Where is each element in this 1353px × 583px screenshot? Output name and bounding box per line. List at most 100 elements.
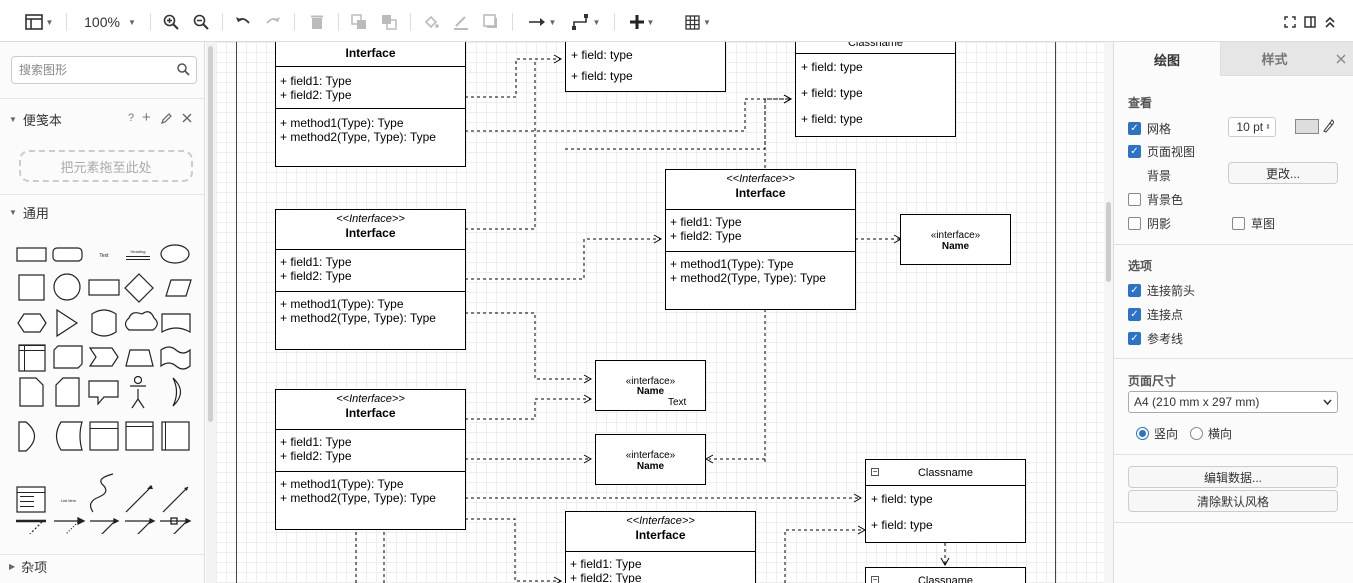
connector-row [16,516,192,526]
collapse-icon[interactable]: − [871,576,879,583]
sidebar-scrollbar[interactable] [206,42,216,583]
close-icon[interactable] [182,113,192,123]
grid-color-swatch[interactable] [1295,119,1319,134]
general-header[interactable]: ▼ 通用 [0,199,204,225]
shadow-button[interactable] [480,10,502,34]
view-section-title: 查看 [1128,96,1153,110]
add-icon[interactable]: + [142,109,151,126]
class-box[interactable]: − Classname + field: type + field: type [865,459,1026,543]
page-size-value: A4 (210 mm x 297 mm) [1134,395,1260,409]
connector [465,398,590,420]
general-shapes-palette: Text Heading List Item [16,244,192,534]
page-view-checkbox[interactable]: ✓ 页面视图 [1128,143,1195,160]
to-front-button[interactable] [348,10,370,34]
sketch-checkbox[interactable]: 草图 [1232,215,1275,232]
method-line: + method2(Type, Type): Type [280,311,436,325]
bidirectional-arrow-shape [125,485,153,513]
class-field: + field: type [871,518,933,532]
table-icon [685,14,700,30]
fill-color-button[interactable] [420,10,442,34]
interface-box[interactable]: Interface + field1: Type + field2: Type +… [275,42,466,167]
method-line: + method1(Type): Type [280,116,404,130]
small-interface[interactable]: «interface» Name [900,214,1011,265]
delete-button[interactable] [306,10,328,34]
grid-checkbox[interactable]: ✓ 网格 [1128,120,1171,137]
class-box[interactable]: + field: type + field: type [565,42,726,92]
tab-diagram[interactable]: 绘图 [1114,42,1220,76]
clear-default-style-button[interactable]: 清除默认风格 [1128,490,1338,512]
scratchpad-drop-zone[interactable]: 把元素拖至此处 [19,150,193,182]
note-shape [19,377,44,407]
insert-dropdown[interactable]: ▼ [624,10,660,34]
guides-checkbox[interactable]: ✓ 参考线 [1128,330,1183,347]
table-dropdown[interactable]: ▼ [680,10,716,34]
checkbox-checked-icon: ✓ [1128,332,1141,345]
redo-button[interactable] [262,10,284,34]
connection-style-dropdown[interactable]: ▼ [524,10,560,34]
step-shape [88,347,119,367]
portrait-radio[interactable]: 竖向 [1136,425,1178,442]
interface-box[interactable]: <<Interface>> Interface + field1: Type + f… [665,169,856,310]
interface-box[interactable]: <<Interface>> Interface + field1: Type + f… [565,511,756,583]
interface-box[interactable]: <<Interface>> Interface + field1: Type + f… [275,389,466,530]
small-interface[interactable]: «interface» Name Text [595,360,706,411]
grid-size-input[interactable]: 10 pt ⬍ [1228,117,1276,137]
connection-points-checkbox[interactable]: ✓ 连接点 [1128,306,1183,323]
scratchpad-header[interactable]: ▼ 便笺本 [0,106,204,132]
misc-header[interactable]: ▶ 杂项 [0,553,204,579]
parallelogram-shape [165,279,192,297]
search-icon[interactable] [177,63,190,76]
color-picker-icon[interactable] [1322,119,1334,133]
line-color-button[interactable] [450,10,472,34]
data-storage-shape [18,421,36,452]
page-size-select[interactable]: A4 (210 mm x 297 mm) [1128,391,1338,413]
change-background-button[interactable]: 更改... [1228,162,1338,184]
fullscreen-button[interactable] [1280,10,1300,34]
class-box[interactable]: − Classname [865,567,1026,583]
canvas-scrollbar[interactable] [1104,42,1113,583]
zoom-in-icon [163,14,179,30]
field-line: + field1: Type [280,255,352,269]
class-field: + field: type [871,492,933,506]
cloud-shape [124,311,158,331]
undo-button[interactable] [232,10,254,34]
waypoints-dropdown[interactable]: ▼ [568,10,604,34]
curve-shape [89,473,114,513]
chevron-down-icon: ▼ [127,17,136,27]
interface-name: Interface [345,226,396,240]
collapse-button[interactable] [1320,10,1340,34]
format-panel-button[interactable] [1300,10,1320,34]
method-line: + method2(Type, Type): Type [280,130,436,144]
options-section-title: 选项 [1128,259,1153,273]
interface-box[interactable]: <<Interface>> Interface + field1: Type + f… [275,209,466,350]
help-button[interactable]: ? [128,112,134,124]
page-view-label: 页面视图 [1147,145,1196,159]
collapse-icon[interactable]: − [871,468,879,476]
small-interface[interactable]: «interface» Name [595,434,706,485]
insert-icon [629,15,644,29]
checkbox-checked-icon: ✓ [1128,122,1141,135]
zoom-out-button[interactable] [190,10,212,34]
view-panels-button[interactable]: ▼ [20,10,58,34]
background-color-checkbox[interactable]: 背景色 [1128,191,1183,208]
chevron-down-icon: ▼ [646,17,655,27]
to-back-button[interactable] [378,10,400,34]
class-box[interactable]: Classname + field: type + field: type + … [795,42,956,137]
connector [784,529,864,583]
zoom-dropdown[interactable]: 100% ▼ [80,10,140,34]
zoom-in-button[interactable] [160,10,182,34]
grid-size-value: 10 pt [1236,120,1264,134]
edit-icon[interactable] [161,113,172,124]
view-panels-icon [24,14,43,30]
diagram-canvas[interactable]: Interface + field1: Type + field2: Type +… [216,42,1107,583]
connector [465,238,660,280]
close-panel-button[interactable] [1328,42,1353,76]
shadow-checkbox[interactable]: 阴影 [1128,215,1171,232]
tab-style[interactable]: 样式 [1220,42,1328,76]
connection-arrows-checkbox[interactable]: ✓ 连接箭头 [1128,282,1195,299]
search-input[interactable] [12,57,162,83]
landscape-radio[interactable]: 横向 [1190,425,1232,442]
connector [465,98,790,132]
edit-data-button[interactable]: 编辑数据... [1128,466,1338,488]
connector [465,58,560,230]
